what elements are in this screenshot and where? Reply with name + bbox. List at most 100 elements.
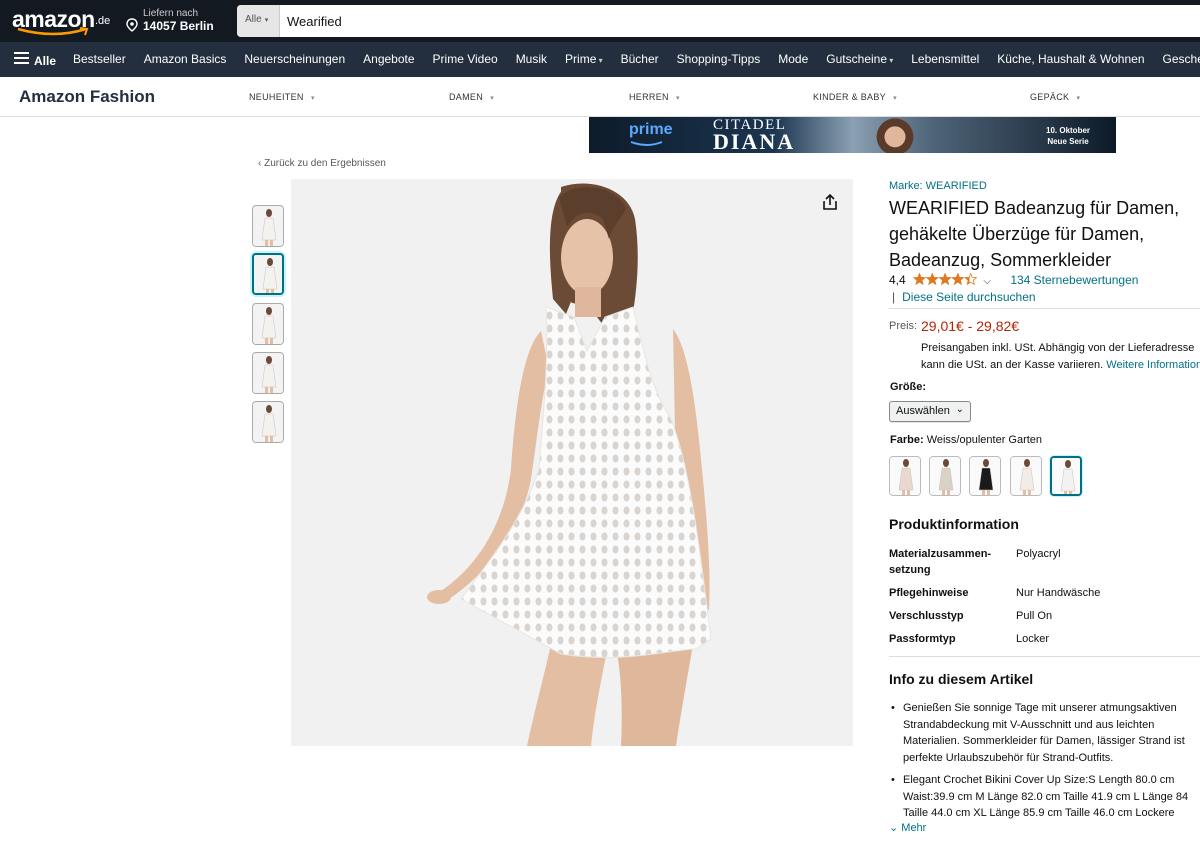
- search-input[interactable]: [280, 5, 1180, 37]
- thumbnail-image[interactable]: [252, 205, 284, 247]
- about-bullets: Genießen Sie sonnige Tage mit unserer at…: [891, 700, 1200, 828]
- nav-item[interactable]: Küche, Haushalt & Wohnen: [997, 52, 1144, 66]
- size-dropdown[interactable]: Auswählen ⌄: [889, 401, 971, 422]
- main-product-image[interactable]: [291, 179, 853, 746]
- star-rating-icon[interactable]: [913, 273, 978, 286]
- about-bullet: Genießen Sie sonnige Tage mit unserer at…: [891, 700, 1200, 766]
- fashion-nav-neuheiten[interactable]: NEUHEITEN: [249, 92, 315, 102]
- all-menu-button[interactable]: Alle: [14, 52, 56, 68]
- deliver-to[interactable]: Liefern nach 14057 Berlin: [126, 7, 226, 35]
- nav-item[interactable]: Bücher: [621, 52, 659, 66]
- nav-item[interactable]: Lebensmittel: [911, 52, 979, 66]
- nav-item[interactable]: Amazon Basics: [144, 52, 227, 66]
- tax-note-line1: Preisangaben inkl. USt. Abhängig von der…: [921, 342, 1195, 354]
- brand-link[interactable]: Marke: WEARIFIED: [889, 180, 987, 192]
- top-nav: amazon .de Liefern nach 14057 Berlin All…: [0, 0, 1200, 42]
- hamburger-icon: [14, 52, 29, 67]
- spec-value: Pull On: [1016, 610, 1053, 622]
- more-info-link[interactable]: Weitere Informationen: [1106, 359, 1200, 371]
- color-swatch[interactable]: [969, 456, 1001, 496]
- search-category-label: Alle: [245, 14, 262, 25]
- prime-logo: prime: [629, 121, 673, 138]
- about-bullet-line: Genießen Sie sonnige Tage mit unserer at…: [903, 702, 1177, 714]
- about-bullet-line: Elegant Crochet Bikini Cover Up Size:S L…: [903, 774, 1175, 786]
- rating-count-link[interactable]: 134 Sternebewertungen: [1010, 273, 1138, 287]
- fashion-nav-gepaeck[interactable]: GEPÄCK: [1030, 92, 1080, 102]
- about-bullet-line: perfekte Urlaubszubehör für Strand-Outfi…: [903, 751, 1114, 764]
- share-icon[interactable]: [822, 193, 838, 211]
- nav-items: Bestseller Amazon Basics Neuerscheinungen A…: [64, 52, 1200, 66]
- back-to-results-link[interactable]: ‹ Zurück zu den Ergebnissen: [258, 158, 386, 169]
- nav-item[interactable]: Prime: [565, 52, 603, 66]
- show-more-link[interactable]: ⌄ Mehr: [889, 821, 926, 834]
- nav-item[interactable]: Mode: [778, 52, 808, 66]
- fashion-brand[interactable]: Amazon Fashion: [19, 87, 155, 107]
- thumbnail-image[interactable]: [252, 352, 284, 394]
- search-category-dropdown[interactable]: Alle ▾: [237, 5, 280, 37]
- model-dress-image: [427, 183, 712, 746]
- page-search-row: | Diese Seite durchsuchen: [892, 290, 1036, 304]
- product-title: WEARIFIED Badeanzug für Damen, gehäkelte…: [889, 198, 1180, 270]
- color-swatch[interactable]: [889, 456, 921, 496]
- rating-value: 4,4: [889, 273, 906, 287]
- prime-smile-icon: [630, 141, 663, 146]
- star-icon: [925, 273, 940, 286]
- banner-character-image: [872, 117, 918, 153]
- banner-title-2: DIANA: [713, 129, 796, 153]
- banner-date: 10. Oktober Neue Serie: [1046, 125, 1090, 147]
- about-bullet-line: Taille 44.0 cm XL Länge 85.9 cm Taille 4…: [903, 807, 1175, 819]
- about-heading: Info zu diesem Artikel: [889, 671, 1034, 687]
- rating-row: 4,4 ⌵ 134 Sternebewertungen: [889, 273, 1138, 287]
- deliver-location: 14057 Berlin: [143, 19, 214, 33]
- star-icon: [951, 273, 965, 286]
- nav-item[interactable]: Geschenkideen: [1163, 52, 1200, 66]
- color-swatch[interactable]: [929, 456, 961, 496]
- spec-key: Pflegehinweise: [889, 587, 969, 599]
- price-label: Preis:: [889, 320, 918, 332]
- price-range: 29,01€ - 29,82€: [921, 318, 1020, 334]
- nav-item[interactable]: Angebote: [363, 52, 414, 66]
- tax-note: Preisangaben inkl. USt. Abhängig von der…: [921, 340, 1200, 374]
- nav-item[interactable]: Shopping-Tipps: [677, 52, 761, 66]
- about-bullet: Elegant Crochet Bikini Cover Up Size:S L…: [891, 772, 1200, 822]
- amazon-logo[interactable]: amazon .de: [12, 6, 112, 36]
- about-bullet-line: Strandabdeckung mit V-Ausschnitt und aus…: [903, 718, 1155, 731]
- banner-date-line2: Neue Serie: [1047, 137, 1089, 146]
- thumbnail-image[interactable]: [252, 401, 284, 443]
- fashion-nav-kinder-baby[interactable]: KINDER & BABY: [813, 92, 897, 102]
- chevron-down-icon[interactable]: ⌵: [983, 276, 991, 287]
- spec-key: Passformtyp: [889, 633, 956, 645]
- spec-key: Verschlusstyp: [889, 610, 964, 622]
- fashion-subnav: Amazon Fashion NEUHEITEN DAMEN HERREN KI…: [0, 77, 1200, 117]
- star-icon: [963, 273, 978, 286]
- divider: [889, 308, 1200, 309]
- spec-value: Polyacryl: [1016, 548, 1061, 560]
- star-icon: [913, 273, 927, 286]
- color-swatch[interactable]: [1010, 456, 1042, 496]
- banner-date-line1: 10. Oktober: [1046, 126, 1091, 135]
- prime-video-banner[interactable]: prime CITADEL DIANA 10. Oktober Neue Ser…: [589, 117, 1116, 153]
- smile-icon: [17, 27, 89, 36]
- nav-item[interactable]: Gutscheine: [826, 52, 893, 66]
- product-info-heading: Produktinformation: [889, 516, 1019, 532]
- nav-item[interactable]: Musik: [516, 52, 547, 66]
- nav-item[interactable]: Neuerscheinungen: [244, 52, 345, 66]
- about-bullet-line: Materialien. Sommerkleider für Damen, lä…: [903, 735, 1185, 747]
- spec-value: Nur Handwäsche: [1016, 587, 1101, 599]
- star-icon: [938, 273, 952, 286]
- color-swatch[interactable]: [1050, 456, 1082, 496]
- nav-item[interactable]: Prime Video: [433, 52, 498, 66]
- size-dropdown-value: Auswählen: [896, 405, 950, 417]
- fashion-nav-damen[interactable]: DAMEN: [449, 92, 494, 102]
- spec-value: Locker: [1016, 633, 1050, 645]
- show-more-label: Mehr: [901, 822, 927, 834]
- color-label-row: Farbe: Weiss/opulenter Garten: [890, 434, 1042, 446]
- main-nav: Alle Bestseller Amazon Basics Neuerscheinu…: [0, 42, 1200, 77]
- nav-item[interactable]: Bestseller: [73, 52, 126, 66]
- thumbnail-image[interactable]: [252, 253, 284, 295]
- thumbnail-image[interactable]: [252, 303, 284, 345]
- about-bullet-line: Waist:39.9 cm M Länge 82.0 cm Taille 41.…: [903, 790, 1189, 803]
- fashion-nav-herren[interactable]: HERREN: [629, 92, 680, 102]
- page-search-link[interactable]: Diese Seite durchsuchen: [902, 290, 1035, 304]
- deliver-line1: Liefern nach: [143, 8, 199, 19]
